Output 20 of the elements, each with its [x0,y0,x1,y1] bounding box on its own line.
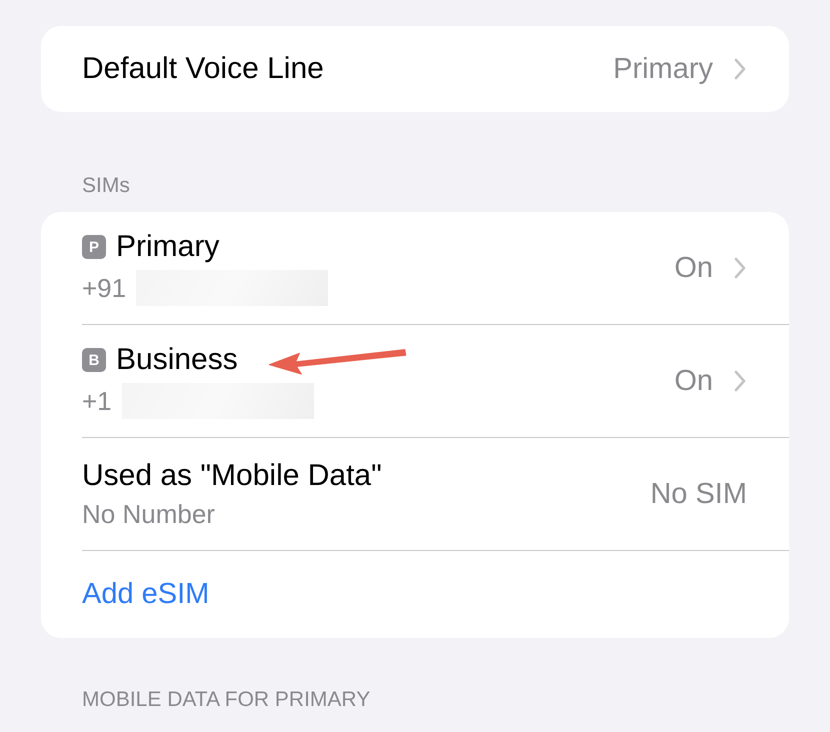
row-value: On [674,252,713,284]
row-value: Primary [613,52,713,86]
section-header: MOBILE DATA FOR PRIMARY [82,688,372,712]
row-label: Default Voice Line [82,52,324,86]
row-value: No SIM [650,478,747,510]
row-title: Used as "Mobile Data" [82,458,382,492]
row-subtitle: +91 [82,272,126,304]
add-esim-link[interactable]: Add eSIM [82,578,210,611]
sim-badge: B [82,348,106,372]
settings-row[interactable]: Used as "Mobile Data" No Number No SIM [82,438,789,551]
settings-row[interactable]: B Business +1 On [82,325,789,438]
section-header: SIMs [82,174,131,198]
row-title: Business [116,343,238,377]
sim-badge: P [82,235,106,259]
row-subtitle: +1 [82,386,112,416]
row-subtitle: No Number [82,498,215,530]
settings-row[interactable]: P Primary +91 On [82,212,789,325]
settings-row[interactable]: Default Voice Line Primary [82,26,789,112]
row-title: Primary [116,230,220,264]
row-value: On [674,364,713,398]
